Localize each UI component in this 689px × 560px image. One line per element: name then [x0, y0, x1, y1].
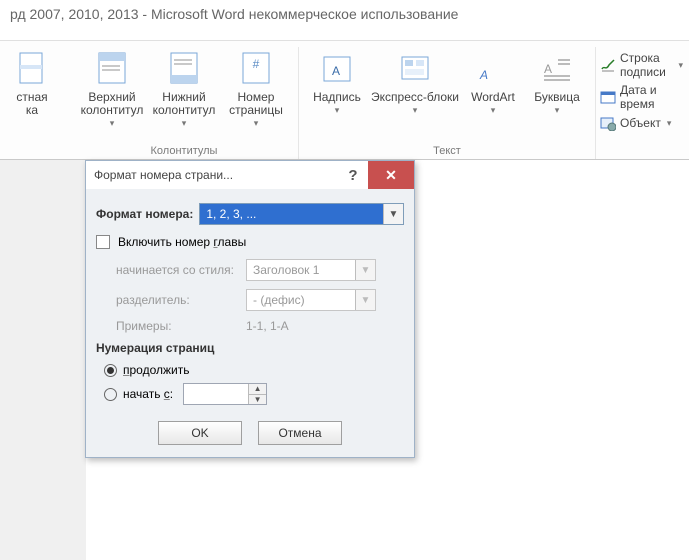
include-chapter-checkbox[interactable] — [96, 235, 110, 249]
dropdown-caret-icon: ▾ — [678, 60, 683, 71]
dropdown-caret-icon: ▾ — [667, 118, 672, 129]
date-time-button[interactable]: Дата и время — [600, 83, 683, 111]
dropdown-caret-icon: ▾ — [254, 118, 259, 129]
date-time-label: Дата и время — [620, 83, 683, 111]
header-button[interactable]: Верхний колонтитул ▾ — [76, 47, 148, 135]
svg-text:A: A — [479, 68, 488, 82]
group-label-headers-footers: Колонтитулы — [151, 145, 218, 159]
spinner-down-button[interactable]: ▼ — [248, 394, 266, 405]
starts-style-label: начинается со стиля: — [116, 263, 246, 277]
signature-line-label: Строка подписи — [620, 51, 672, 79]
dropdown-caret-icon: ▾ — [413, 105, 418, 116]
wordart-icon: A — [473, 49, 513, 89]
object-icon — [600, 115, 616, 131]
footer-icon — [164, 49, 204, 89]
separator-value: - (дефис) — [247, 290, 355, 310]
page-margin-area — [0, 160, 86, 560]
dialog-help-button[interactable]: ? — [338, 161, 368, 189]
signature-line-button[interactable]: Строка подписи ▾ — [600, 51, 683, 79]
dialog-title: Формат номера страни... — [94, 168, 233, 182]
dropcap-button[interactable]: A Буквица ▾ — [525, 47, 589, 135]
number-format-value: 1, 2, 3, ... — [200, 204, 383, 224]
object-button[interactable]: Объект ▾ — [600, 115, 683, 131]
quick-parts-icon — [395, 49, 435, 89]
svg-text:A: A — [544, 62, 552, 76]
examples-label: Примеры: — [116, 319, 246, 333]
number-format-label: Формат номера: — [96, 207, 193, 221]
starts-style-value: Заголовок 1 — [247, 260, 355, 280]
page-numbering-heading: Нумерация страниц — [96, 341, 404, 355]
header-icon — [92, 49, 132, 89]
dropdown-caret-icon: ▾ — [555, 105, 560, 116]
continue-label: продолжить — [123, 363, 189, 377]
chevron-down-icon: ▼ — [383, 204, 403, 224]
ribbon: стная ка Верхний колонтитул ▾ Н — [0, 40, 689, 160]
page-number-format-dialog: Формат номера страни... ? ✕ Формат номер… — [85, 160, 415, 458]
separator-combo: - (дефис) ▼ — [246, 289, 376, 311]
dropdown-caret-icon: ▾ — [491, 105, 496, 116]
page-number-icon: # — [236, 49, 276, 89]
window-title: рд 2007, 2010, 2013 - Microsoft Word нек… — [0, 0, 689, 40]
separator-label: разделитель: — [116, 293, 246, 307]
include-chapter-label: Включить номер главы — [118, 235, 246, 249]
page-number-button[interactable]: # Номер страницы ▾ — [220, 47, 292, 135]
wordart-button[interactable]: A WordArt ▾ — [461, 47, 525, 135]
chevron-down-icon: ▼ — [355, 290, 375, 310]
dropdown-caret-icon: ▾ — [182, 118, 187, 129]
svg-text:#: # — [253, 57, 260, 71]
dropdown-caret-icon: ▾ — [110, 118, 115, 129]
cancel-button[interactable]: Отмена — [258, 421, 342, 445]
starts-style-combo: Заголовок 1 ▼ — [246, 259, 376, 281]
examples-value: 1-1, 1-A — [246, 319, 289, 333]
dialog-close-button[interactable]: ✕ — [368, 161, 414, 189]
dropdown-caret-icon: ▾ — [335, 105, 340, 116]
number-format-combo[interactable]: 1, 2, 3, ... ▼ — [199, 203, 404, 225]
start-at-label: начать с: — [123, 387, 173, 401]
textbox-icon: A — [317, 49, 357, 89]
footer-button[interactable]: Нижний колонтитул ▾ — [148, 47, 220, 135]
date-icon — [600, 89, 616, 105]
continue-radio[interactable] — [104, 364, 117, 377]
start-at-spinner[interactable]: ▲ ▼ — [183, 383, 267, 405]
spinner-up-button[interactable]: ▲ — [248, 384, 266, 394]
signature-icon — [600, 57, 616, 73]
quick-parts-button[interactable]: Экспресс-блоки ▾ — [369, 47, 461, 135]
ok-button[interactable]: OK — [158, 421, 242, 445]
page-break-button-partial[interactable]: стная ка — [0, 47, 64, 135]
svg-text:A: A — [332, 64, 340, 78]
dropcap-icon: A — [537, 49, 577, 89]
start-at-radio[interactable] — [104, 388, 117, 401]
object-label: Объект — [620, 116, 661, 130]
page-icon — [12, 49, 52, 89]
textbox-button[interactable]: A Надпись ▾ — [305, 47, 369, 135]
chevron-down-icon: ▼ — [355, 260, 375, 280]
group-label-text: Текст — [433, 145, 461, 159]
